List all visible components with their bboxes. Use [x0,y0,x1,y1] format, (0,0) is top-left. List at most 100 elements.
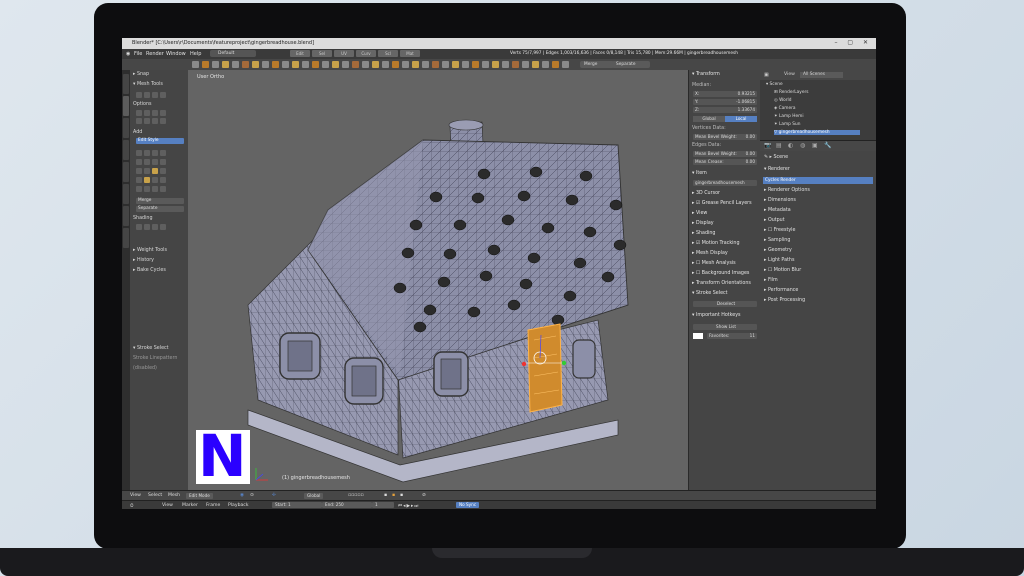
panel-metadata[interactable]: ▸ Metadata [764,208,791,213]
mesh-tool-icon[interactable] [136,224,142,230]
mesh-tool-icon[interactable] [160,110,166,116]
panel-sampling[interactable]: ▸ Sampling [764,238,790,243]
separate-dropdown[interactable]: Separate [612,61,650,68]
menu-help[interactable]: Help [190,51,201,57]
viewport-menu-view[interactable]: View [130,493,141,498]
panel-freestyle[interactable]: ▸ ☐ Freestyle [764,228,795,233]
tool-tab-5[interactable] [123,162,129,182]
object-context-icon[interactable]: ▣ [812,142,818,149]
tool-icon-22[interactable] [402,61,409,68]
playback-controls[interactable]: ⏮◂▶▸⏭ [398,503,419,509]
tool-icon-9[interactable] [272,61,279,68]
pivot-icon[interactable]: ⊙ [250,493,254,498]
deselect-button[interactable]: Deselect [693,301,757,307]
mesh-tool-icon[interactable] [136,118,142,124]
mesh-tool-icon[interactable] [160,150,166,156]
mean-crease-field[interactable]: Mean Crease: 0.00 [693,159,757,165]
separate-field[interactable]: Separate [136,206,184,212]
tab-mat[interactable]: Mat [400,50,420,57]
outliner-item[interactable]: ⊞ RenderLayers [774,90,809,95]
panel-performance[interactable]: ▸ Performance [764,288,798,293]
tool-tab-8[interactable] [123,228,129,248]
mesh-tool-icon[interactable] [160,224,166,230]
mesh-tool-icon[interactable] [152,224,158,230]
timeline-menu-marker[interactable]: Marker [182,503,198,508]
panel-geometry[interactable]: ▸ Geometry [764,248,792,253]
viewport-menu-mesh[interactable]: Mesh [168,493,180,498]
merge-field[interactable]: Merge [136,198,184,204]
viewport-menu-select[interactable]: Select [148,493,162,498]
tab-sel[interactable]: Sel [312,50,332,57]
panel-item[interactable]: ▾ Item [692,171,707,176]
tool-icon-27[interactable] [452,61,459,68]
outliner-item[interactable]: ◎ World [774,98,791,103]
tool-icon-15[interactable] [332,61,339,68]
panel-post-processing[interactable]: ▸ Post Processing [764,298,805,303]
render-context-icon[interactable]: 📷 [764,142,771,149]
outliner-view-menu[interactable]: View [784,72,795,77]
menu-file[interactable]: File [134,51,142,57]
tool-icon-34[interactable] [522,61,529,68]
tab-edit[interactable]: Edit [290,50,310,57]
mesh-tool-icon[interactable] [136,159,142,165]
mesh-tool-icon[interactable] [136,168,142,174]
panel-motion-blur[interactable]: ▸ ☐ Motion Blur [764,268,801,273]
mesh-tool-icon[interactable] [160,186,166,192]
mesh-tool-icon[interactable] [136,186,142,192]
panel-stroke-select[interactable]: ▾ Stroke Select [133,346,169,351]
timeline-menu-frame[interactable]: Frame [206,503,220,508]
outliner-item-active[interactable]: ▽ gingerbreadhousemesh [774,130,860,135]
median-y-field[interactable]: Y: -1.06815 [693,99,757,105]
tool-icon-20[interactable] [382,61,389,68]
edge-bevel-weight-field[interactable]: Mean Bevel Weight: 0.00 [693,151,757,157]
outliner-view-icon[interactable]: ▣ [764,72,769,78]
mesh-tool-icon[interactable] [152,186,158,192]
panel-renderer-options[interactable]: ▸ Renderer Options [764,188,810,193]
tool-icon-8[interactable] [262,61,269,68]
tool-icon-4[interactable] [222,61,229,68]
face-select-icon[interactable]: ▪ [400,493,403,498]
window-controls[interactable]: – ▢ ✕ [834,39,872,46]
mesh-tool-icon[interactable] [160,159,166,165]
panel-snap[interactable]: ▸ Snap [133,72,149,77]
global-toggle[interactable]: Global [693,116,725,122]
mesh-tool-icon[interactable] [144,92,150,98]
tool-icon-1[interactable] [192,61,199,68]
edge-select-icon[interactable]: ▪ [392,493,395,498]
panel-mesh-display[interactable]: ▸ Mesh Display [692,251,728,256]
tool-tab-6[interactable] [123,184,129,204]
shading-mode-icon[interactable]: ◉ [240,493,244,498]
panel-important-hotkeys[interactable]: ▾ Important Hotkeys [692,313,741,318]
tab-curv[interactable]: Curv [356,50,376,57]
mesh-tool-icon[interactable] [144,110,150,116]
start-frame-field[interactable]: Start: 1 [272,502,322,508]
median-x-field[interactable]: X: 0.93215 [693,91,757,97]
tool-icon-26[interactable] [442,61,449,68]
tool-icon-11[interactable] [292,61,299,68]
vertex-select-icon[interactable]: ▪ [384,493,387,498]
scene-context-icon[interactable]: ◐ [788,142,793,149]
tool-icon-29[interactable] [472,61,479,68]
mesh-tool-icon[interactable] [152,150,158,156]
panel-motion-tracking[interactable]: ▸ ☑ Motion Tracking [692,241,740,246]
menu-render[interactable]: Render [146,51,164,57]
gingerbread-house-mesh[interactable] [188,70,688,490]
tool-icon-28[interactable] [462,61,469,68]
tool-tab-3[interactable] [123,118,129,138]
tool-icon-10[interactable] [282,61,289,68]
tool-icon-38[interactable] [562,61,569,68]
tool-icon-35[interactable] [532,61,539,68]
tool-icon-25[interactable] [432,61,439,68]
panel-bake-cycles[interactable]: ▸ Bake Cycles [133,268,166,273]
timeline-menu-view[interactable]: View [162,503,173,508]
panel-transform[interactable]: ▾ Transform [692,72,720,77]
tool-icon-6[interactable] [242,61,249,68]
mesh-tool-icon[interactable] [160,177,166,183]
timeline-menu-playback[interactable]: Playback [228,503,249,508]
panel-light-paths[interactable]: ▸ Light Paths [764,258,794,263]
outliner-scenes-dropdown[interactable]: All Scenes [800,71,843,78]
blender-logo-icon[interactable]: ◉ [126,51,130,57]
mesh-tool-icon[interactable] [144,118,150,124]
panel-transform-orientations[interactable]: ▸ Transform Orientations [692,281,751,286]
panel-mesh-analysis[interactable]: ▸ ☐ Mesh Analysis [692,261,736,266]
